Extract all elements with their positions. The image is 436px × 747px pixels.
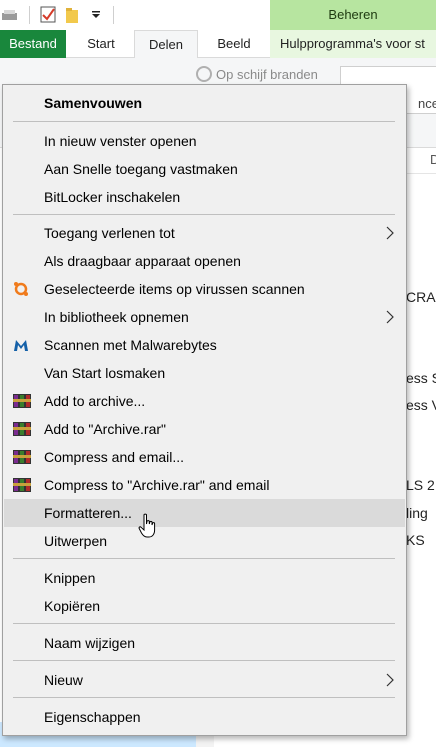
menu-separator: [13, 558, 395, 559]
menu-separator: [13, 660, 395, 661]
column-header-fragment: D: [430, 152, 436, 167]
quick-access-toolbar: [0, 0, 270, 30]
menu-item-add-to-archive-rar[interactable]: Add to "Archive.rar": [4, 415, 405, 443]
menu-item-label: Nieuw: [44, 672, 83, 688]
menu-separator: [13, 697, 395, 698]
menu-item-kopieren[interactable]: Kopiëren: [4, 592, 405, 620]
winrar-icon: [13, 420, 31, 438]
menu-item-nieuw-venster[interactable]: In nieuw venster openen: [4, 127, 405, 155]
file-item[interactable]: CRAF: [406, 289, 436, 305]
menu-item-label: Samenvouwen: [44, 95, 143, 111]
menu-item-snelle-toegang[interactable]: Aan Snelle toegang vastmaken: [4, 155, 405, 183]
menu-item-compress-to-archive-email[interactable]: Compress to "Archive.rar" and email: [4, 471, 405, 499]
menu-item-label: BitLocker inschakelen: [44, 189, 181, 205]
context-menu: Samenvouwen In nieuw venster openen Aan …: [2, 84, 407, 736]
menu-item-toegang-verlenen[interactable]: Toegang verlenen tot: [4, 219, 405, 247]
menu-item-label: Kopiëren: [44, 598, 101, 614]
context-tab-group: Beheren: [270, 0, 436, 30]
menu-item-label: Naam wijzigen: [44, 635, 136, 651]
file-item[interactable]: ling: [406, 505, 428, 521]
address-fragment: ncee: [418, 96, 436, 111]
menu-item-label: In bibliotheek opnemen: [44, 309, 189, 325]
menu-item-formatteren[interactable]: Formatteren...: [4, 499, 405, 527]
winrar-icon: [13, 448, 31, 466]
menu-item-label: Formatteren...: [44, 505, 132, 521]
tab-bestand[interactable]: Bestand: [0, 30, 66, 58]
toolbar-divider: [113, 6, 114, 24]
avast-icon: [14, 282, 28, 296]
ribbon-tab-bar: Bestand Start Delen Beeld Hulpprogramma'…: [0, 30, 436, 59]
menu-item-label: Add to archive...: [44, 393, 146, 409]
submenu-arrow-icon: [386, 673, 394, 687]
menu-item-van-start-losmaken[interactable]: Van Start losmaken: [4, 359, 405, 387]
tab-delen[interactable]: Delen: [134, 30, 198, 59]
menu-item-label: Toegang verlenen tot: [44, 225, 175, 241]
disc-icon: [196, 66, 212, 82]
menu-item-eigenschappen[interactable]: Eigenschappen: [4, 703, 405, 731]
menu-item-naam-wijzigen[interactable]: Naam wijzigen: [4, 629, 405, 657]
tab-beeld[interactable]: Beeld: [202, 30, 266, 58]
submenu-arrow-icon: [386, 226, 394, 240]
submenu-arrow-icon: [386, 310, 394, 324]
checkmark-icon[interactable]: [40, 6, 57, 24]
file-item[interactable]: KS: [406, 532, 425, 548]
menu-item-label: Eigenschappen: [44, 709, 141, 725]
file-item[interactable]: LS 2: [406, 477, 435, 493]
menu-item-compress-and-email[interactable]: Compress and email...: [4, 443, 405, 471]
hand-cursor-icon: [138, 513, 156, 538]
menu-item-bitlocker[interactable]: BitLocker inschakelen: [4, 183, 405, 211]
menu-item-label: In nieuw venster openen: [44, 133, 197, 149]
menu-separator: [13, 623, 395, 624]
menu-item-label: Knippen: [44, 570, 96, 586]
menu-item-samenvouwen[interactable]: Samenvouwen: [4, 89, 405, 117]
menu-item-label: Compress to "Archive.rar" and email: [44, 477, 270, 493]
menu-item-add-to-archive[interactable]: Add to archive...: [4, 387, 405, 415]
menu-item-label: Uitwerpen: [44, 533, 108, 549]
burn-label: Op schijf branden: [216, 67, 318, 82]
dropdown-arrow-icon[interactable]: [92, 11, 100, 19]
menu-item-draagbaar-apparaat[interactable]: Als draagbaar apparaat openen: [4, 247, 405, 275]
menu-item-malwarebytes[interactable]: Scannen met Malwarebytes: [4, 331, 405, 359]
menu-item-label: Add to "Archive.rar": [44, 421, 166, 437]
context-group-label: Beheren: [328, 7, 378, 22]
menu-item-nieuw[interactable]: Nieuw: [4, 666, 405, 694]
file-item[interactable]: ess V: [406, 397, 436, 413]
menu-separator: [13, 121, 395, 122]
properties-icon[interactable]: [2, 9, 18, 21]
burn-to-disc-button[interactable]: Op schijf branden: [196, 66, 318, 82]
menu-item-label: Aan Snelle toegang vastmaken: [44, 161, 238, 177]
menu-item-virus-scan[interactable]: Geselecteerde items op virussen scannen: [4, 275, 405, 303]
menu-item-label: Als draagbaar apparaat openen: [44, 253, 241, 269]
menu-item-label: Compress and email...: [44, 449, 185, 465]
menu-item-label: Geselecteerde items op virussen scannen: [44, 281, 305, 297]
menu-item-bibliotheek[interactable]: In bibliotheek opnemen: [4, 303, 405, 331]
menu-separator: [13, 214, 395, 215]
menu-item-knippen[interactable]: Knippen: [4, 564, 405, 592]
tab-start[interactable]: Start: [70, 30, 132, 58]
menu-item-uitwerpen[interactable]: Uitwerpen: [4, 527, 405, 555]
toolbar-divider: [29, 6, 30, 24]
file-item[interactable]: ess S: [406, 370, 436, 386]
winrar-icon: [13, 392, 31, 410]
winrar-icon: [13, 476, 31, 494]
tab-hulpprogrammas[interactable]: Hulpprogramma's voor st: [280, 30, 436, 58]
menu-item-label: Van Start losmaken: [44, 365, 166, 381]
menu-item-label: Scannen met Malwarebytes: [44, 337, 217, 353]
folder-icon[interactable]: [66, 7, 80, 23]
malwarebytes-icon: [14, 340, 28, 351]
